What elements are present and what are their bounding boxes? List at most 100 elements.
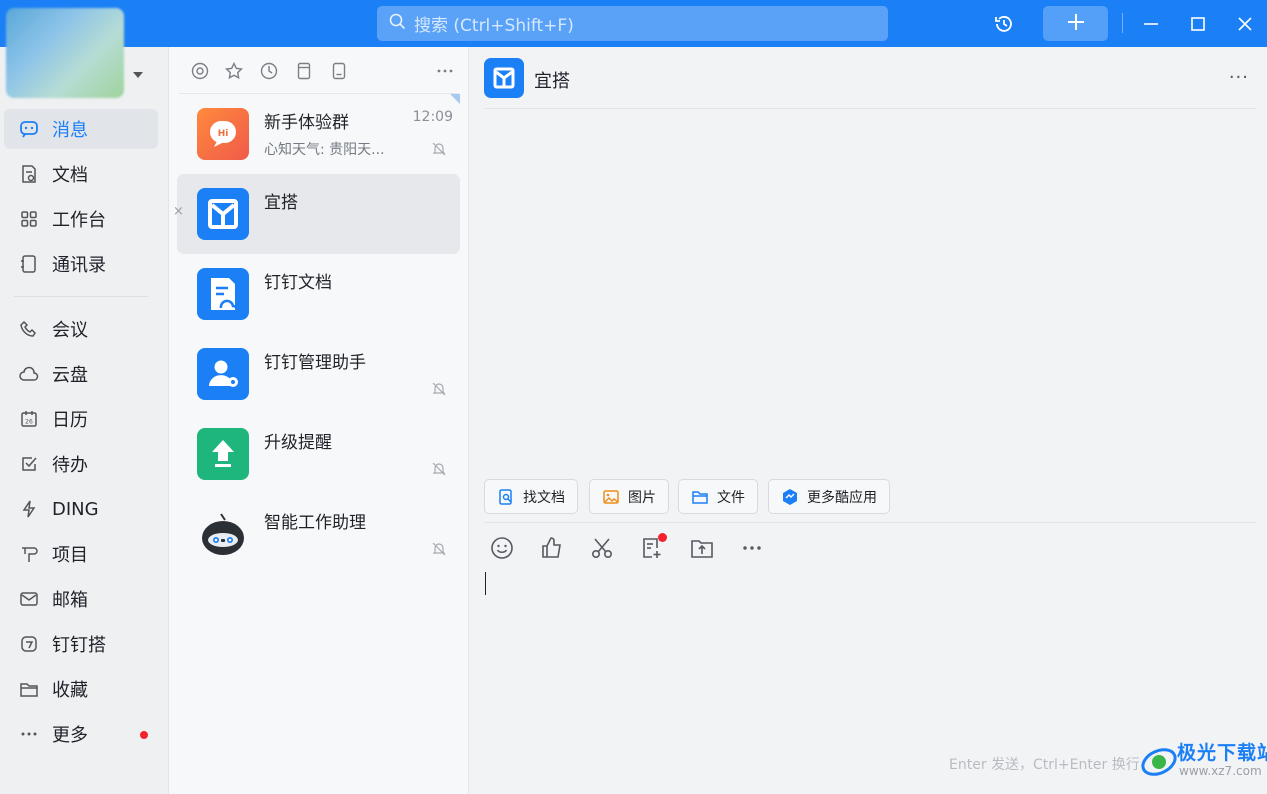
sidebar-item-label: 文档 [52,165,88,186]
sidebar-item-docs[interactable]: 文档 [4,154,158,194]
close-icon[interactable]: × [173,204,184,219]
sidebar-item-more[interactable]: 更多 [4,714,158,754]
close-icon[interactable] [1232,0,1258,47]
conversation-item[interactable]: × 宜搭 [173,174,460,254]
ai-assistant-avatar [197,508,249,560]
sidebar-divider [14,296,148,297]
conversation-name: 升级提醒 [264,433,332,453]
cloud-icon [19,364,39,384]
sidebar-item-cloud[interactable]: 云盘 [4,354,158,394]
sidebar-item-label: 云盘 [52,365,88,386]
sidebar-item-workbench[interactable]: 工作台 [4,199,158,239]
apps-icon [781,488,799,506]
chevron-down-icon[interactable] [133,72,143,78]
clock-icon[interactable] [259,61,279,81]
folder-icon [19,679,39,699]
conversation-item[interactable]: 钉钉管理助手 [177,334,460,414]
watermark-text: 极光下载站 [1177,742,1267,764]
conversation-item[interactable]: Hi 新手体验群 心知天气: 贵阳天... 12:09 [177,94,460,174]
add-button[interactable] [1043,6,1108,41]
image-icon [602,488,620,506]
sidebar-item-project[interactable]: 项目 [4,534,158,574]
sidebar-item-label: 通讯录 [52,255,106,276]
sidebar-item-label: 项目 [52,545,88,566]
search-doc-icon [497,488,515,506]
scissors-icon[interactable] [589,535,615,561]
maximize-icon[interactable] [1185,0,1211,47]
conversation-preview: 心知天气: 贵阳天... [264,142,385,158]
sidebar-item-label: 日历 [52,410,88,431]
lightning-icon [19,499,39,519]
contacts-icon [19,254,39,274]
watermark: 极光下载站 www.xz7.com [1139,740,1267,790]
apps-grid-icon [19,209,39,229]
docs-avatar [197,268,249,320]
bookmark-icon[interactable] [294,61,314,81]
more-icon[interactable] [435,61,455,81]
conversation-name: 钉钉文档 [264,273,332,293]
build-icon [19,634,39,654]
thumbs-up-icon[interactable] [539,535,565,561]
admin-assistant-avatar [197,348,249,400]
history-icon[interactable] [990,0,1018,47]
emoji-icon[interactable] [489,535,515,561]
sidebar-item-ding[interactable]: DING [4,489,158,529]
divider [484,108,1257,109]
quick-action-find-doc[interactable]: 找文档 [484,479,578,514]
project-icon [19,544,39,564]
conversation-item[interactable]: 升级提醒 [177,414,460,494]
muted-bell-icon [432,541,446,556]
muted-bell-icon [432,461,446,476]
calendar-icon: 26 [19,409,39,429]
sidebar-item-contacts[interactable]: 通讯录 [4,244,158,284]
conversation-time: 12:09 [412,109,453,125]
watermark-url: www.xz7.com [1179,764,1262,778]
minimize-icon[interactable] [1138,0,1164,47]
note-add-icon[interactable] [639,533,667,561]
conversation-item[interactable]: 钉钉文档 [177,254,460,334]
muted-bell-icon [432,381,446,396]
sidebar-item-label: 工作台 [52,210,106,231]
text-cursor[interactable] [485,572,486,595]
quick-action-label: 找文档 [523,489,565,506]
more-icon[interactable] [739,535,765,561]
quick-action-image[interactable]: 图片 [589,479,669,514]
yida-avatar [197,188,249,240]
sidebar-item-favorites[interactable]: 收藏 [4,669,158,709]
sidebar-item-todo[interactable]: 待办 [4,444,158,484]
sidebar-item-label: DING [52,498,99,520]
sidebar-item-dingda[interactable]: 钉钉搭 [4,624,158,664]
search-input[interactable]: 搜索 (Ctrl+Shift+F) [377,6,888,41]
sidebar-item-label: 会议 [52,320,88,341]
conversation-name: 宜搭 [264,193,298,213]
more-button[interactable]: ··· [1229,67,1249,88]
file-icon[interactable] [329,61,349,81]
star-icon[interactable] [224,61,244,81]
at-icon[interactable] [190,61,210,81]
notification-dot [658,533,667,542]
conversation-item[interactable]: 智能工作助理 [177,494,460,574]
folder-icon [691,488,709,506]
avatar[interactable] [6,8,124,98]
quick-action-more-apps[interactable]: 更多酷应用 [768,479,890,514]
sidebar-item-messages[interactable]: 消息 [4,109,158,149]
sidebar-item-meeting[interactable]: 会议 [4,309,158,349]
divider [484,522,1257,523]
watermark-logo-icon [1141,748,1177,776]
pin-corner [450,94,460,104]
search-icon [389,13,414,35]
title-bar: 搜索 (Ctrl+Shift+F) [0,0,1267,47]
svg-text:26: 26 [25,419,33,426]
sidebar-item-label: 消息 [52,120,88,141]
sidebar-item-label: 待办 [52,455,88,476]
quick-action-label: 更多酷应用 [807,489,877,506]
conversation-toolbar [169,47,469,94]
sidebar-item-mail[interactable]: 邮箱 [4,579,158,619]
sidebar-item-calendar[interactable]: 26 日历 [4,399,158,439]
upload-icon[interactable] [689,535,715,561]
quick-action-file[interactable]: 文件 [678,479,758,514]
chat-title[interactable]: 宜搭 [534,67,570,93]
sidebar: 消息 文档 工作台 通讯录 会议 云盘 26 日历 待办 DING 项目 邮箱 [0,8,169,794]
group-avatar: Hi [197,108,249,160]
yida-icon [484,58,524,98]
